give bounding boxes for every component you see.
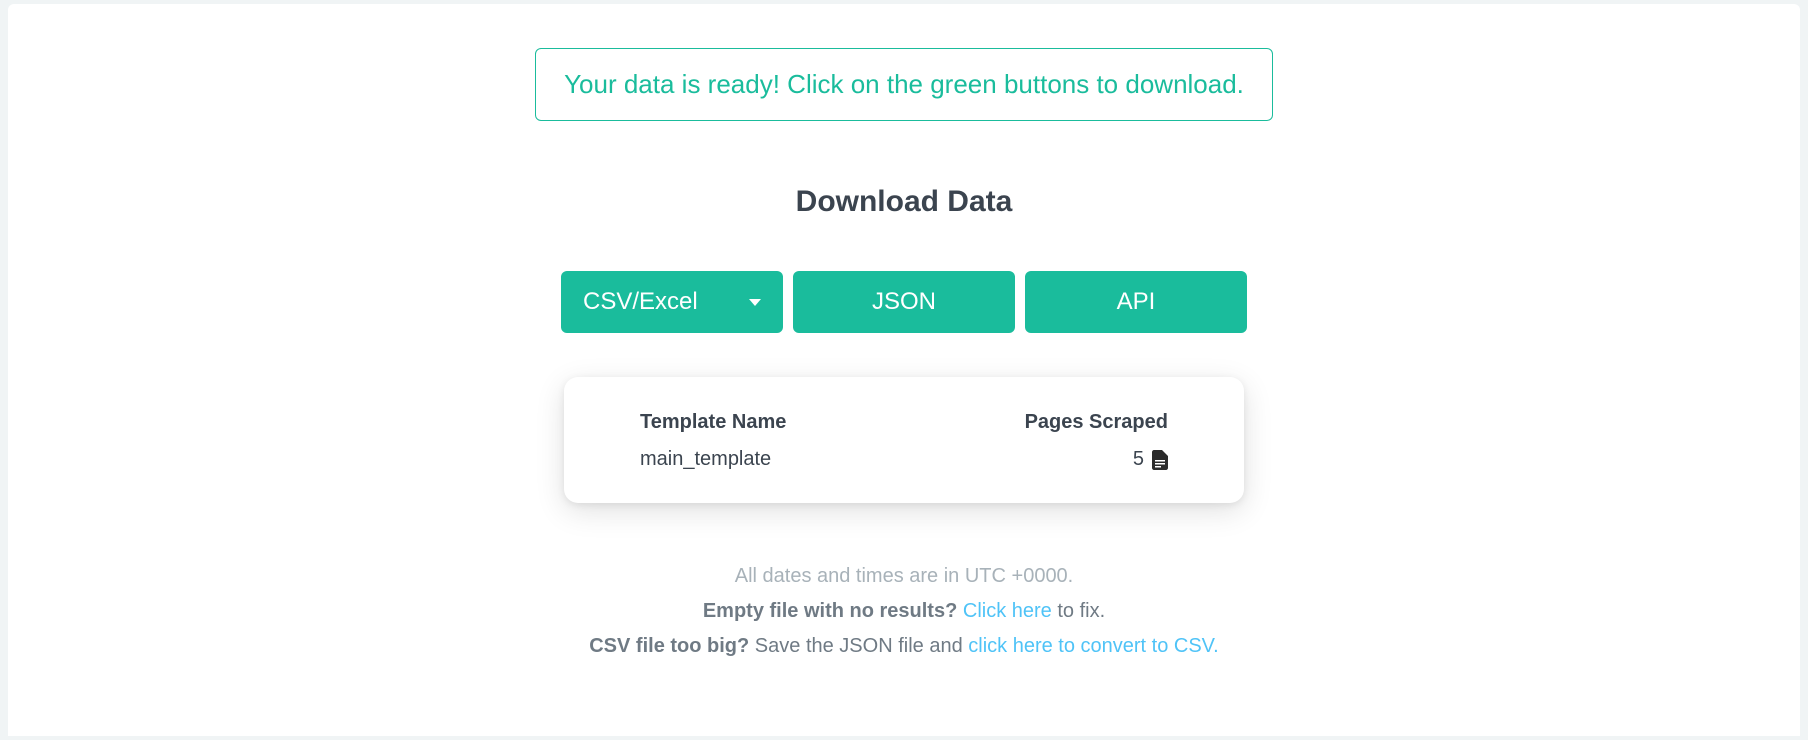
footer-line-2: Empty file with no results? Click here t… bbox=[589, 594, 1219, 629]
cell-template-name: main_template bbox=[640, 448, 907, 471]
empty-file-fix-link[interactable]: Click here bbox=[963, 600, 1052, 622]
footer-line-1: All dates and times are in UTC +0000. bbox=[589, 559, 1219, 594]
footer-line2-bold: Empty file with no results? bbox=[703, 600, 957, 622]
footer-line-3: CSV file too big? Save the JSON file and… bbox=[589, 629, 1219, 664]
header-template-name: Template Name bbox=[640, 411, 907, 448]
csv-excel-dropdown-button[interactable]: CSV/Excel bbox=[561, 271, 783, 333]
json-button[interactable]: JSON bbox=[793, 271, 1015, 333]
templates-card: Template Name Pages Scraped main_templat… bbox=[564, 377, 1244, 503]
header-pages-scraped: Pages Scraped bbox=[907, 411, 1168, 448]
json-label: JSON bbox=[872, 288, 936, 316]
api-label: API bbox=[1117, 288, 1156, 316]
file-icon bbox=[1152, 450, 1168, 470]
templates-table: Template Name Pages Scraped main_templat… bbox=[640, 411, 1168, 471]
table-header-row: Template Name Pages Scraped bbox=[640, 411, 1168, 448]
caret-down-icon bbox=[749, 299, 761, 306]
cell-pages-scraped: 5 bbox=[907, 448, 1168, 471]
footer-line3-bold: CSV file too big? bbox=[589, 635, 749, 657]
convert-csv-link[interactable]: click here to convert to CSV. bbox=[968, 635, 1219, 657]
page-container: Your data is ready! Click on the green b… bbox=[8, 4, 1800, 736]
alert-message: Your data is ready! Click on the green b… bbox=[564, 69, 1244, 99]
csv-excel-label: CSV/Excel bbox=[583, 288, 698, 316]
download-button-row: CSV/Excel JSON API bbox=[561, 271, 1247, 333]
pages-count: 5 bbox=[1133, 448, 1144, 471]
footer-text: All dates and times are in UTC +0000. Em… bbox=[589, 559, 1219, 664]
footer-line2-rest: to fix. bbox=[1057, 600, 1105, 622]
api-button[interactable]: API bbox=[1025, 271, 1247, 333]
page-title: Download Data bbox=[796, 185, 1013, 219]
table-row: main_template 5 bbox=[640, 448, 1168, 471]
footer-line3-mid: Save the JSON file and bbox=[755, 635, 968, 657]
alert-banner: Your data is ready! Click on the green b… bbox=[535, 48, 1273, 121]
